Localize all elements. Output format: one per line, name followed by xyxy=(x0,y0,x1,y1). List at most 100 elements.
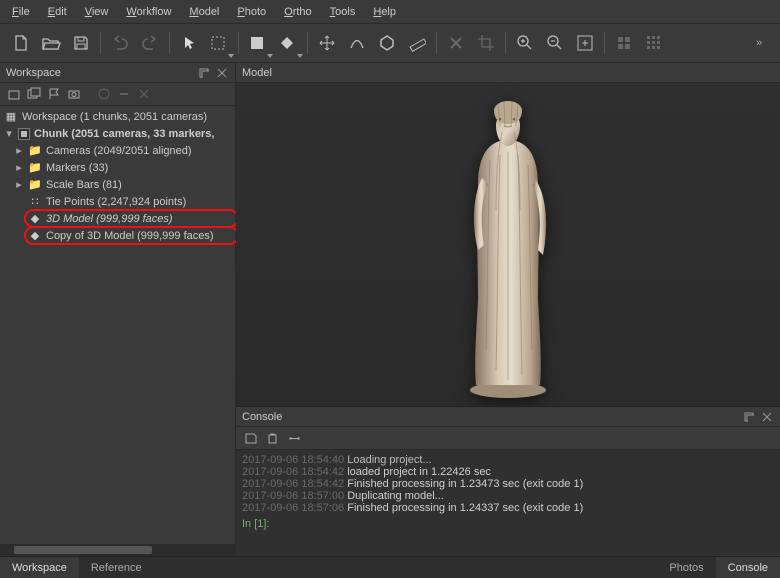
folder-icon: 📁 xyxy=(28,144,42,157)
tree-3d-model-label: 3D Model (999,999 faces) xyxy=(46,213,173,225)
workspace-icon: ▦ xyxy=(4,110,18,123)
separator xyxy=(604,32,605,54)
pointer-icon[interactable] xyxy=(176,30,202,56)
tree-3d-model-copy[interactable]: ◆ Copy of 3D Model (999,999 faces) xyxy=(0,227,235,244)
menu-file[interactable]: File xyxy=(4,3,38,21)
tree-root[interactable]: ▦ Workspace (1 chunks, 2051 cameras) xyxy=(0,108,235,125)
close-panel-icon[interactable] xyxy=(215,66,229,80)
tree-markers-label: Markers (33) xyxy=(46,162,108,174)
console-output[interactable]: 2017-09-06 18:54:40 Loading project... 2… xyxy=(236,450,780,556)
console-msg: Loading project... xyxy=(347,454,431,466)
workspace-tree[interactable]: ▦ Workspace (1 chunks, 2051 cameras) ▾ Chu… xyxy=(0,106,235,544)
zoom-out-icon[interactable] xyxy=(542,30,568,56)
chevron-down-icon[interactable]: ▾ xyxy=(4,127,14,140)
statue-model xyxy=(448,90,568,400)
bottom-tab-console[interactable]: Console xyxy=(716,557,780,578)
grid-fine-icon[interactable] xyxy=(641,30,667,56)
console-toolbar xyxy=(236,427,780,450)
edit-thin-icon[interactable] xyxy=(344,30,370,56)
chevron-right-icon[interactable]: ▸ xyxy=(14,161,24,174)
menu-ortho[interactable]: Ortho xyxy=(276,3,320,21)
overflow-icon[interactable]: » xyxy=(746,30,772,56)
marquee-select-icon[interactable] xyxy=(206,30,232,56)
draw-tool-icon[interactable] xyxy=(245,30,271,56)
menu-view[interactable]: View xyxy=(77,3,117,21)
bottom-tab-reference[interactable]: Reference xyxy=(79,557,154,578)
ws-remove-icon[interactable] xyxy=(116,86,132,102)
separator xyxy=(307,32,308,54)
tree-root-label: Workspace (1 chunks, 2051 cameras) xyxy=(22,111,207,123)
menu-model[interactable]: Model xyxy=(181,3,227,21)
grid-coarse-icon[interactable] xyxy=(611,30,637,56)
tree-cameras-label: Cameras (2049/2051 aligned) xyxy=(46,145,192,157)
main-toolbar: » xyxy=(0,24,780,63)
ws-camera-icon[interactable] xyxy=(66,86,82,102)
tiepoints-icon: ∷ xyxy=(28,195,42,208)
ruler-icon[interactable] xyxy=(404,30,430,56)
model-icon: ◆ xyxy=(28,229,42,242)
chevron-right-icon[interactable]: ▸ xyxy=(14,144,24,157)
menu-workflow[interactable]: Workflow xyxy=(118,3,179,21)
tree-3d-model-copy-label: Copy of 3D Model (999,999 faces) xyxy=(46,230,214,242)
ws-flag-icon[interactable] xyxy=(46,86,62,102)
menu-bar: File Edit View Workflow Model Photo Orth… xyxy=(0,0,780,24)
ws-enable-icon[interactable] xyxy=(96,86,112,102)
tree-tiepoints[interactable]: ∷ Tie Points (2,247,924 points) xyxy=(0,193,235,210)
crop-icon[interactable] xyxy=(473,30,499,56)
undock-icon[interactable] xyxy=(742,410,756,424)
open-icon[interactable] xyxy=(38,30,64,56)
zoom-fit-icon[interactable] xyxy=(572,30,598,56)
separator xyxy=(505,32,506,54)
separator xyxy=(169,32,170,54)
checkbox[interactable] xyxy=(18,128,30,140)
menu-tools[interactable]: Tools xyxy=(322,3,364,21)
menu-photo[interactable]: Photo xyxy=(229,3,274,21)
bottom-tab-photos[interactable]: Photos xyxy=(657,557,715,578)
console-ts: 2017-09-06 18:54:40 xyxy=(242,454,344,466)
console-run-icon[interactable] xyxy=(286,430,302,446)
console-panel: Console 2017-09-06 18:54:40 Loading proj… xyxy=(236,406,780,556)
separator xyxy=(100,32,101,54)
separator xyxy=(238,32,239,54)
paint-tool-icon[interactable] xyxy=(275,30,301,56)
ws-add-chunk-icon[interactable] xyxy=(6,86,22,102)
move-region-icon[interactable] xyxy=(314,30,340,56)
model-panel-header: Model xyxy=(236,63,780,83)
menu-help[interactable]: Help xyxy=(365,3,404,21)
model-viewport[interactable] xyxy=(236,83,780,406)
ws-add-photos-icon[interactable] xyxy=(26,86,42,102)
save-icon[interactable] xyxy=(68,30,94,56)
tree-h-scrollbar[interactable] xyxy=(0,544,235,556)
tree-chunk-label: Chunk (2051 cameras, 33 markers, xyxy=(34,128,214,140)
tree-markers[interactable]: ▸ 📁 Markers (33) xyxy=(0,159,235,176)
tree-scalebars[interactable]: ▸📁Scale Bars (81) xyxy=(0,176,235,193)
tree-chunk[interactable]: ▾ Chunk (2051 cameras, 33 markers, xyxy=(0,125,235,142)
redo-icon[interactable] xyxy=(137,30,163,56)
menu-edit[interactable]: Edit xyxy=(40,3,75,21)
model-icon: ◆ xyxy=(28,212,42,225)
console-panel-title: Console xyxy=(242,411,282,423)
undo-icon[interactable] xyxy=(107,30,133,56)
close-panel-icon[interactable] xyxy=(760,410,774,424)
tree-cameras[interactable]: ▸ 📁 Cameras (2049/2051 aligned) xyxy=(0,142,235,159)
new-icon[interactable] xyxy=(8,30,34,56)
undock-icon[interactable] xyxy=(197,66,211,80)
console-save-icon[interactable] xyxy=(242,430,258,446)
console-clear-icon[interactable] xyxy=(264,430,280,446)
polygon-icon[interactable] xyxy=(374,30,400,56)
tree-3d-model[interactable]: ◆ 3D Model (999,999 faces) xyxy=(0,210,235,227)
bottom-tab-workspace[interactable]: Workspace xyxy=(0,557,79,578)
workspace-toolbar xyxy=(0,83,235,106)
folder-icon: 📁 xyxy=(28,178,42,191)
bottom-tab-bar: Workspace Reference Photos Console xyxy=(0,556,780,578)
chevron-right-icon[interactable]: ▸ xyxy=(14,178,24,191)
delete-icon[interactable] xyxy=(443,30,469,56)
separator xyxy=(436,32,437,54)
zoom-in-icon[interactable] xyxy=(512,30,538,56)
tree-tiepoints-label: Tie Points (2,247,924 points) xyxy=(46,196,186,208)
folder-icon: 📁 xyxy=(28,161,42,174)
model-panel-title: Model xyxy=(242,67,272,79)
console-panel-header: Console xyxy=(236,407,780,427)
workspace-panel-header: Workspace xyxy=(0,63,235,83)
ws-delete-icon[interactable] xyxy=(136,86,152,102)
